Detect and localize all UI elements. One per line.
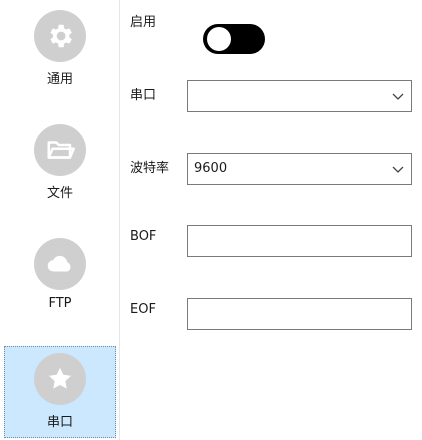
- sidebar-item-ftp[interactable]: FTP: [4, 232, 116, 324]
- folder-icon: [34, 124, 86, 176]
- cloud-icon: [34, 238, 86, 290]
- sidebar: 通用 文件 FTP 串口: [0, 0, 120, 440]
- eof-label: EOF: [130, 302, 156, 317]
- toggle-knob: [207, 27, 231, 51]
- sidebar-item-label: 文件: [46, 186, 73, 201]
- baud-rate-value: 9600: [194, 161, 228, 176]
- sidebar-item-label: FTP: [48, 296, 72, 311]
- bof-input[interactable]: [187, 225, 412, 257]
- chevron-down-icon: [392, 166, 404, 173]
- enable-toggle[interactable]: [203, 24, 265, 54]
- serial-port-label: 串口: [130, 88, 157, 103]
- eof-input[interactable]: [187, 298, 412, 330]
- sidebar-item-label: 串口: [46, 415, 73, 430]
- baud-rate-label: 波特率: [130, 161, 170, 176]
- serial-port-select[interactable]: [187, 80, 412, 112]
- gear-icon: [34, 10, 86, 62]
- sidebar-item-serial-port[interactable]: 串口: [4, 346, 116, 438]
- sidebar-item-label: 通用: [46, 72, 73, 87]
- sidebar-item-general[interactable]: 通用: [4, 4, 116, 96]
- bof-label: BOF: [130, 229, 157, 244]
- enable-label: 启用: [130, 15, 157, 30]
- baud-rate-select[interactable]: 9600: [187, 153, 412, 185]
- chevron-down-icon: [392, 93, 404, 100]
- star-icon: [34, 353, 86, 405]
- sidebar-item-file[interactable]: 文件: [4, 118, 116, 210]
